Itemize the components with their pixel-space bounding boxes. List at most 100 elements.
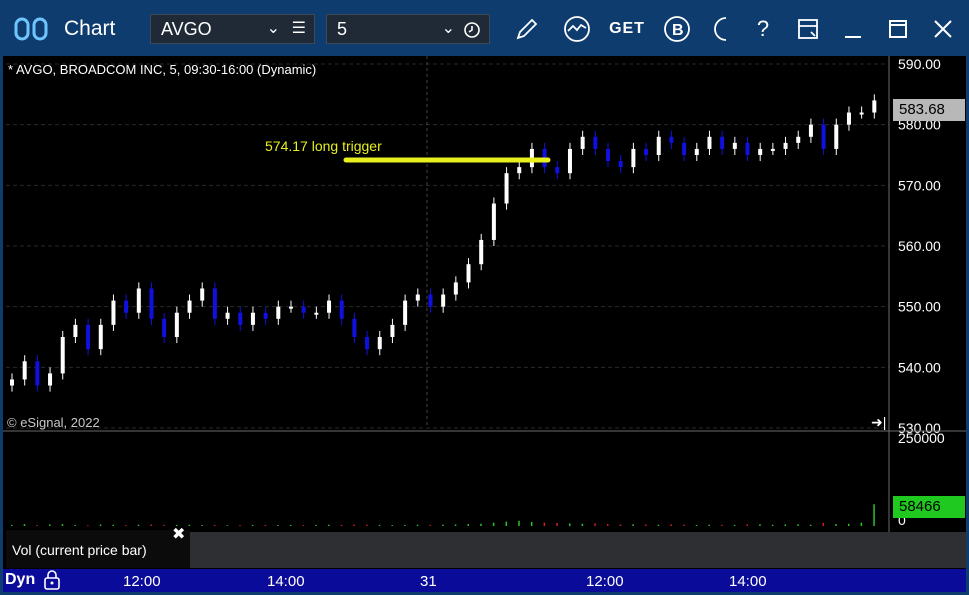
clock-icon[interactable] [463, 21, 481, 39]
volume-bar [645, 524, 647, 526]
candle-body [808, 124, 813, 137]
volume-bar [150, 524, 152, 526]
candle-body [745, 142, 750, 155]
candle-body [377, 337, 382, 350]
price-axis-label: 590.00 [898, 56, 941, 72]
candle-body [770, 148, 775, 151]
interval-value: 5 [337, 19, 348, 39]
candle-body [479, 239, 484, 265]
list-menu-icon[interactable]: ☰ [292, 18, 306, 38]
candle-body [593, 136, 598, 149]
volume-bar [708, 524, 710, 526]
volume-axis-label: 250000 [898, 430, 945, 446]
partial-circle-icon[interactable] [705, 12, 739, 46]
volume-bar [163, 524, 165, 526]
volume-bar [759, 524, 761, 526]
volume-bar [137, 524, 140, 526]
price-axis-label: 570.00 [898, 177, 941, 193]
window-layout-icon[interactable] [791, 12, 825, 46]
chart-panel[interactable]: 590.00 580.00 570.00 560.00 550.00 540.00 530.… [3, 56, 966, 569]
volume-bar [429, 524, 431, 526]
volume-bar [657, 524, 660, 526]
maximize-icon[interactable] [881, 12, 915, 46]
volume-bar [112, 524, 114, 526]
get-icon[interactable]: GET [609, 12, 644, 46]
volume-bar [99, 524, 102, 526]
lock-icon[interactable] [43, 570, 61, 590]
candle-body [288, 306, 293, 309]
volume-bar [480, 523, 482, 526]
help-icon[interactable]: ? [746, 12, 780, 46]
chevron-down-icon[interactable]: ⌄ [442, 18, 455, 38]
candle-body [796, 136, 801, 143]
candle-body [136, 288, 141, 313]
candle-body [720, 136, 725, 149]
volume-bar [340, 524, 343, 526]
symbol-input[interactable]: AVGO ⌄ ☰ [150, 14, 315, 44]
volume-bar [746, 524, 749, 526]
volume-bar [125, 525, 127, 526]
close-icon[interactable]: ✖ [172, 524, 185, 544]
candle-body [682, 142, 687, 155]
candle-body [10, 379, 14, 386]
volume-bar [797, 524, 799, 526]
candle-body [758, 148, 763, 155]
candle-body [669, 136, 674, 143]
trigger-annotation[interactable]: 574.17 long trigger [265, 138, 382, 154]
candle-body [86, 324, 91, 350]
dynamic-mode-label[interactable]: Dyn [5, 571, 35, 589]
volume-bar [213, 524, 216, 526]
volume-bar [277, 525, 279, 526]
volume-bar [505, 521, 508, 526]
volume-bar [378, 524, 381, 526]
volume-bar [581, 523, 584, 526]
interval-input[interactable]: 5 ⌄ [326, 14, 490, 44]
volume-bar [201, 525, 203, 526]
jump-to-latest-icon[interactable]: ➜| [871, 414, 886, 431]
study-icon[interactable] [560, 12, 594, 46]
volume-bar [264, 524, 267, 526]
volume-bar [835, 524, 837, 526]
last-volume-badge: 58466 [893, 496, 965, 518]
candle-body [732, 142, 737, 149]
volume-bar [302, 525, 305, 526]
candle-body [872, 100, 877, 113]
price-axis-label: 550.00 [898, 299, 941, 315]
candle-body [580, 136, 585, 149]
candle-body [111, 300, 116, 325]
draw-pencil-icon[interactable] [510, 12, 544, 46]
volume-bar [226, 525, 229, 526]
volume-bar [607, 524, 609, 526]
b-icon[interactable]: B [660, 12, 694, 46]
candle-body [441, 294, 446, 307]
volume-bar [353, 524, 355, 526]
candle-body [415, 294, 420, 301]
candle-body [352, 318, 357, 337]
minimize-icon[interactable] [836, 12, 870, 46]
candle-body [656, 136, 661, 155]
candle-body [644, 148, 649, 155]
candle-body [555, 167, 560, 174]
volume-bar [87, 525, 89, 526]
candle-body [327, 300, 332, 313]
candle-body [517, 167, 522, 174]
volume-bar [632, 524, 634, 526]
volume-bar [733, 524, 736, 526]
candle-body [60, 337, 65, 374]
time-axis-label: 12:00 [123, 573, 161, 590]
close-icon[interactable] [926, 12, 960, 46]
candle-body [225, 312, 230, 319]
price-chart[interactable]: 590.00580.00570.00560.00550.00540.00530.… [3, 56, 966, 569]
chevron-down-icon[interactable]: ⌄ [267, 18, 280, 38]
candle-body [187, 300, 192, 313]
time-axis-bar[interactable]: Dyn 12:00 14:00 31 12:00 14:00 [3, 569, 966, 592]
candle-body [263, 312, 268, 319]
candle-body [22, 361, 27, 380]
window-title: Chart [64, 17, 116, 40]
volume-panel-label: Vol (current price bar) ✖ [6, 526, 190, 568]
volume-bar [74, 524, 76, 526]
volume-bar [873, 504, 875, 526]
candle-body [783, 142, 788, 149]
volume-bar [670, 524, 672, 526]
time-axis-label: 14:00 [267, 573, 305, 590]
